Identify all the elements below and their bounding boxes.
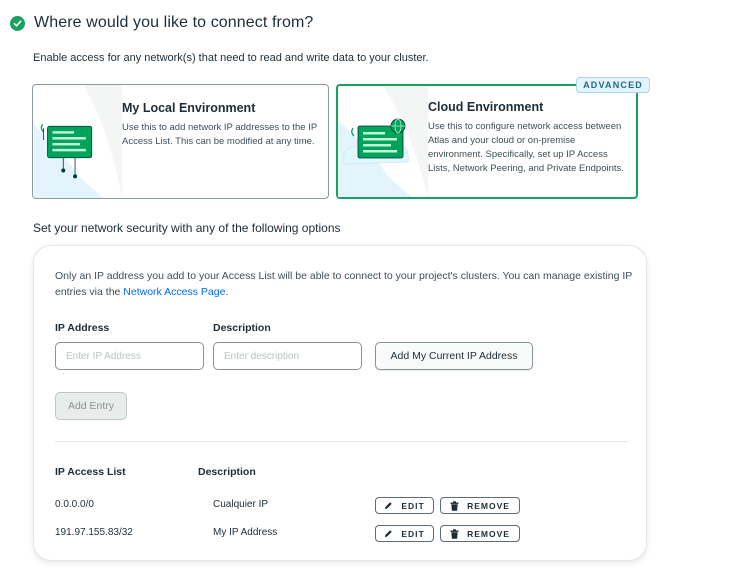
access-list-notice: Only an IP address you add to your Acces…	[55, 268, 635, 300]
divider	[55, 441, 628, 442]
intro-text: Enable access for any network(s) that ne…	[33, 52, 429, 64]
local-environment-illustration	[33, 85, 123, 198]
remove-button[interactable]: REMOVE	[440, 497, 520, 514]
advanced-badge: ADVANCED	[576, 77, 650, 93]
pencil-icon	[384, 529, 393, 538]
add-current-ip-button[interactable]: Add My Current IP Address	[375, 342, 533, 370]
ip-address-label: IP Address	[55, 322, 110, 334]
description-column-header: Description	[198, 466, 256, 478]
page-title: Where would you like to connect from?	[34, 14, 314, 31]
local-environment-description: Use this to add network IP addresses to …	[122, 122, 318, 147]
remove-label: REMOVE	[467, 528, 510, 539]
ip-address-input[interactable]	[55, 342, 204, 370]
ip-access-panel: Only an IP address you add to your Acces…	[33, 245, 647, 561]
cloud-environment-title: Cloud Environment	[428, 100, 544, 114]
ip-access-list-header: IP Access List	[55, 466, 126, 478]
description-label: Description	[213, 322, 271, 334]
table-row-description: My IP Address	[213, 527, 278, 538]
remove-button[interactable]: REMOVE	[440, 525, 520, 542]
section-header: Where would you like to connect from?	[10, 14, 313, 32]
network-access-page-link[interactable]: Network Access Page	[123, 286, 225, 298]
pencil-icon	[384, 501, 393, 510]
add-entry-button[interactable]: Add Entry	[55, 392, 127, 420]
edit-button[interactable]: EDIT	[375, 497, 434, 514]
network-security-title: Set your network security with any of th…	[33, 221, 341, 235]
edit-label: EDIT	[401, 500, 425, 511]
edit-label: EDIT	[401, 528, 425, 539]
cloud-environment-description: Use this to configure network access bet…	[428, 121, 624, 174]
trash-icon	[450, 500, 459, 511]
table-row-description: Cualquier IP	[213, 499, 269, 510]
description-input[interactable]	[213, 342, 362, 370]
trash-icon	[450, 528, 459, 539]
local-environment-title: My Local Environment	[122, 101, 256, 115]
table-row-ip: 0.0.0.0/0	[55, 499, 94, 510]
remove-label: REMOVE	[467, 500, 510, 511]
cloud-environment-illustration	[338, 86, 428, 197]
check-circle-icon	[10, 15, 25, 31]
cloud-environment-card[interactable]: ADVANCED Cloud Environment Use this to c…	[336, 77, 650, 199]
notice-end: .	[225, 286, 229, 298]
edit-button[interactable]: EDIT	[375, 525, 434, 542]
local-environment-card[interactable]: My Local Environment Use this to add net…	[32, 84, 329, 199]
table-row-ip: 191.97.155.83/32	[55, 527, 133, 538]
